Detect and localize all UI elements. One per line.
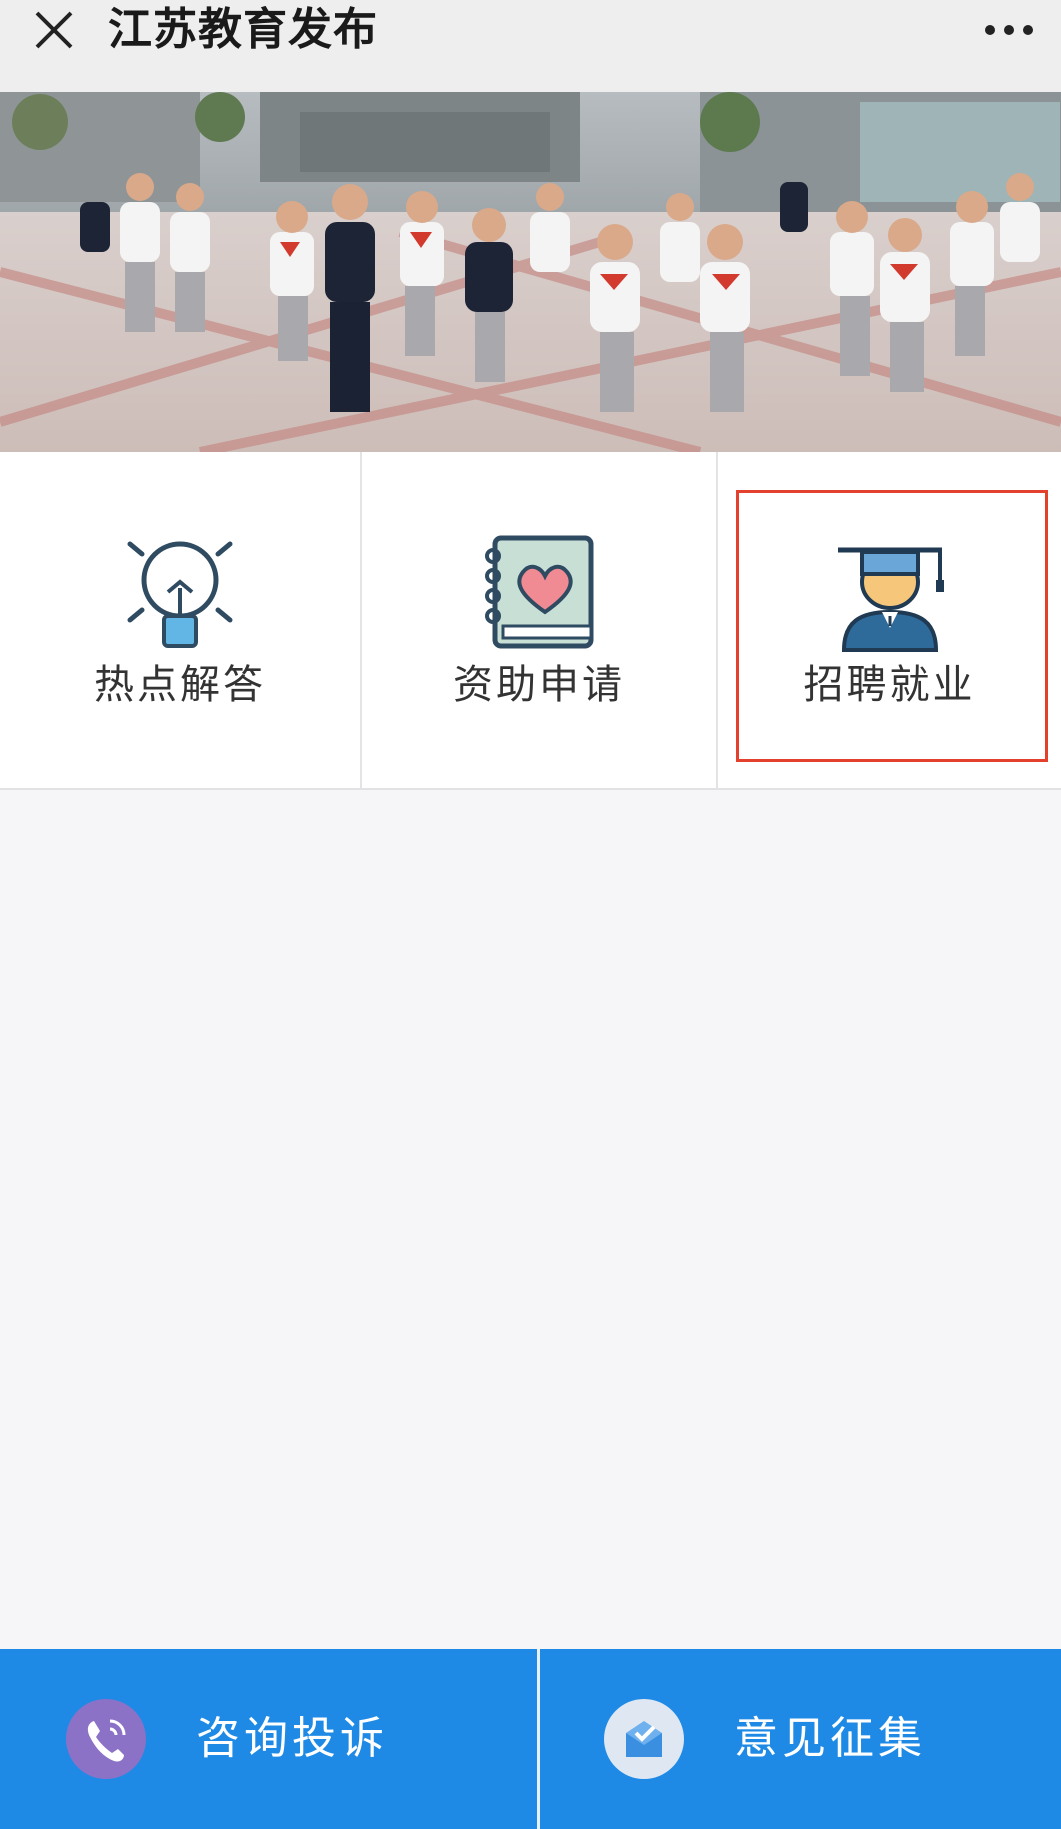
more-dots-icon [985,25,1033,35]
highlight-box [736,490,1048,762]
consult-complaint-button[interactable]: 咨询投诉 [0,1649,538,1829]
opinion-collection-button[interactable]: 意见征集 [540,1649,1061,1829]
bottom-bar: 咨询投诉 意见征集 [0,1649,1061,1829]
grid-item-hot-answers[interactable]: 热点解答 [0,452,360,788]
grid-item-aid-application[interactable]: 资助申请 [362,452,716,788]
lightbulb-icon [127,541,233,648]
consult-complaint-label: 咨询投诉 [196,1713,388,1764]
grid-item-label: 资助申请 [453,662,625,708]
title-bar: 江苏教育发布 [0,0,1061,92]
heart-book-icon [485,535,594,649]
bottom-divider [537,1649,540,1829]
grid-item-label: 热点解答 [94,662,266,708]
photo-students-running [0,92,1061,452]
banner-image [0,92,1061,452]
phone-icon [66,1699,146,1779]
opinion-collection-label: 意见征集 [734,1713,926,1764]
close-icon [35,11,73,49]
close-button[interactable] [28,4,80,56]
page-title: 江苏教育发布 [108,4,378,55]
mail-check-icon [604,1699,684,1779]
more-button[interactable] [977,6,1041,54]
